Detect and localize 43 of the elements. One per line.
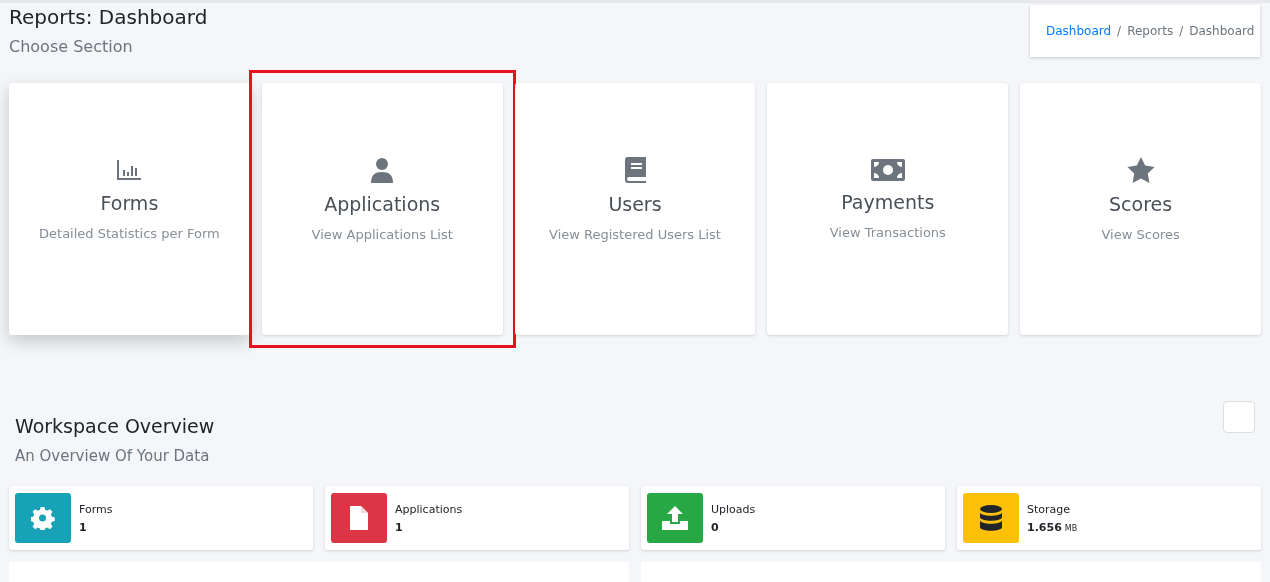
- book-icon: [624, 156, 646, 183]
- section-title: Payments: [841, 190, 935, 213]
- stat-value: 1.656: [1027, 520, 1062, 534]
- section-card[interactable]: Scores View Scores: [1020, 83, 1261, 335]
- section-card[interactable]: Payments View Transactions: [767, 83, 1009, 335]
- section-card[interactable]: Applications View Applications List: [261, 83, 503, 335]
- section-title: Scores: [1109, 192, 1173, 215]
- overview-title: Workspace Overview: [15, 415, 215, 437]
- section-description: View Applications List: [311, 226, 453, 242]
- banknote-icon: [870, 158, 905, 181]
- page-subtitle: Choose Section: [9, 37, 134, 56]
- breadcrumb-link[interactable]: Dashboard: [1046, 24, 1112, 38]
- document-icon: [350, 506, 368, 530]
- section-description: View Scores: [1101, 226, 1180, 242]
- overview-subtitle: An Overview Of Your Data: [15, 447, 211, 465]
- section-description: View Transactions: [829, 224, 946, 240]
- breadcrumb-item: Reports: [1127, 24, 1174, 38]
- stat-label: Storage: [1027, 502, 1072, 516]
- stat-value: 1: [79, 520, 87, 534]
- options-button[interactable]: [1223, 401, 1255, 433]
- stat-label: Applications: [395, 502, 463, 516]
- bar-chart-icon: [115, 157, 144, 182]
- section-card[interactable]: Users View Registered Users List: [514, 83, 756, 335]
- upload-icon: [662, 506, 688, 530]
- breadcrumb-item: Dashboard: [1189, 24, 1255, 38]
- breadcrumb-separator: /: [1117, 24, 1122, 38]
- page-title: Reports: Dashboard: [9, 5, 208, 29]
- database-icon: [980, 505, 1002, 531]
- stat-unit: MB: [1064, 523, 1078, 533]
- section-description: View Registered Users List: [549, 226, 721, 242]
- section-title: Users: [608, 192, 662, 215]
- section-card[interactable]: Forms Detailed Statistics per Form: [9, 83, 250, 335]
- stat-value: 1: [395, 520, 403, 534]
- star-icon: [1126, 156, 1155, 183]
- breadcrumb-separator: /: [1179, 24, 1184, 38]
- section-title: Applications: [324, 192, 441, 215]
- stat-label: Uploads: [711, 502, 756, 516]
- section-description: Detailed Statistics per Form: [39, 225, 220, 241]
- user-icon: [370, 156, 395, 183]
- stat-value: 0: [711, 520, 719, 534]
- section-title: Forms: [100, 191, 159, 214]
- stat-label: Forms: [79, 502, 113, 516]
- gear-icon: [31, 506, 55, 530]
